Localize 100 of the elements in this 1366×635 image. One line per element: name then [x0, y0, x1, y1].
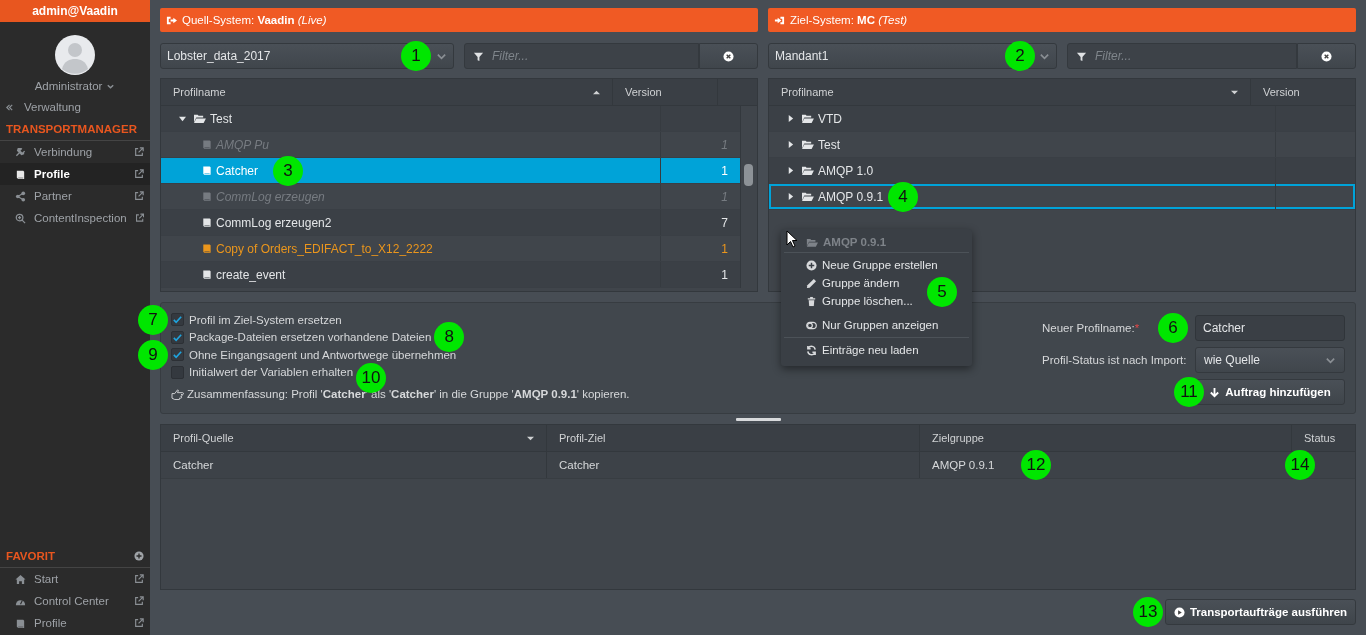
tree-row[interactable]: AMQP 1.0 — [769, 158, 1355, 184]
table-cell: Catcher — [559, 459, 600, 471]
tree-row[interactable]: CommLog erzeugen2 7 — [161, 210, 740, 236]
back-link[interactable]: Verwaltung — [0, 96, 81, 118]
book-icon — [15, 168, 26, 180]
caret-right-icon[interactable] — [787, 115, 794, 122]
annotation-marker: 7 — [138, 304, 168, 335]
status-select[interactable]: wie Quelle — [1195, 347, 1345, 373]
book-icon — [201, 165, 212, 176]
plus-icon — [806, 259, 817, 271]
checkmark-icon — [172, 349, 183, 361]
clear-button[interactable] — [699, 43, 758, 69]
column-header[interactable]: Version — [612, 79, 717, 105]
nav-item[interactable]: Profile — [0, 612, 150, 634]
user-menu[interactable]: Administrator — [34, 78, 116, 94]
version-cell: 1 — [721, 267, 728, 282]
tree-row[interactable]: Test — [769, 132, 1355, 158]
cursor-icon — [786, 230, 798, 248]
tree-row[interactable]: Test — [161, 106, 740, 132]
book-icon — [15, 617, 26, 629]
book-icon — [201, 191, 212, 202]
clear-icon — [1321, 50, 1332, 62]
caret-right-icon[interactable] — [787, 167, 794, 174]
splitter-handle[interactable] — [735, 417, 781, 421]
menu-item[interactable]: Neue Gruppe erstellen — [784, 256, 938, 274]
caret-right-icon[interactable] — [787, 141, 794, 148]
profile-name: AMQP 1.0 — [818, 163, 874, 178]
column-header[interactable]: Version — [1250, 79, 1355, 105]
external-link-icon — [134, 574, 144, 584]
checkbox[interactable] — [171, 348, 184, 362]
annotation-marker: 13 — [1133, 597, 1163, 627]
column-header[interactable]: Profil-Quelle — [161, 425, 546, 451]
book-icon — [201, 269, 212, 280]
sign-in-icon — [774, 14, 785, 26]
checkmark-icon — [172, 314, 183, 326]
folder-icon — [801, 191, 814, 202]
tree-row[interactable]: Catcher 3 1 — [161, 158, 740, 184]
add-icon[interactable] — [134, 551, 144, 561]
tree-row[interactable]: VTD — [769, 106, 1355, 132]
field-label: Profil-Status ist nach Import: — [1042, 354, 1187, 366]
nav-item[interactable]: Control Center — [0, 590, 150, 612]
trash-icon — [806, 295, 817, 307]
table-cell: Catcher — [173, 459, 214, 471]
nav-item[interactable]: ContentInspection — [0, 207, 150, 229]
toggle-icon — [806, 319, 817, 331]
checkbox[interactable] — [171, 365, 184, 379]
filter-field[interactable]: Filter... — [464, 43, 699, 69]
profile-name: Catcher — [216, 163, 259, 178]
nav-item[interactable]: Verbindung — [0, 141, 150, 163]
menu-item[interactable]: Nur Gruppen anzeigen — [784, 316, 939, 334]
nav-item[interactable]: Partner — [0, 185, 150, 207]
checkbox[interactable] — [171, 330, 184, 344]
checkbox[interactable] — [171, 313, 184, 327]
table-cell: AMQP 0.9.1 — [932, 459, 995, 471]
clear-button[interactable] — [1297, 43, 1356, 69]
select-field[interactable]: Mandant1 2 — [768, 43, 1057, 69]
scrollbar-thumb[interactable] — [744, 164, 753, 186]
hand-pointing-icon — [171, 388, 184, 400]
arrow-down-icon — [1209, 386, 1221, 398]
version-cell: 1 — [721, 241, 728, 256]
column-header[interactable]: Profilname — [161, 79, 612, 105]
menu-item[interactable]: Einträge neu laden — [784, 341, 919, 359]
annotation-marker: 4 — [888, 182, 918, 212]
book-icon — [201, 217, 212, 228]
select-field[interactable]: Lobster_data_2017 1 — [160, 43, 454, 69]
summary-text: Zusammenfassung: Profil 'Catcher' als 'Catcher' in die Gruppe 'AMQP 0.9.1' kopieren. — [187, 388, 630, 400]
column-header[interactable]: Profil-Ziel — [546, 425, 919, 451]
external-link-icon — [134, 596, 144, 606]
checkbox-label: Package-Dateien ersetzen vorhandene Dateien — [189, 331, 432, 344]
home-icon — [15, 573, 26, 585]
external-link-icon — [134, 169, 144, 179]
profile-name: CommLog erzeugen2 — [216, 215, 332, 230]
section-title: FAVORIT — [6, 549, 55, 564]
column-header[interactable]: Profilname — [769, 79, 1250, 105]
caret-down-icon[interactable] — [179, 115, 186, 122]
checkbox-label: Profil im Ziel-System ersetzen — [189, 313, 342, 326]
menu-item[interactable]: Gruppe ändern — [784, 274, 900, 292]
annotation-marker: 5 — [927, 277, 957, 307]
nav-item[interactable]: Start — [0, 568, 150, 590]
profile-name: Test — [210, 111, 232, 126]
menu-item[interactable]: Gruppe löschen... — [784, 292, 913, 310]
profile-name: VTD — [818, 111, 842, 126]
filter-icon — [473, 51, 484, 62]
external-link-icon — [134, 618, 144, 628]
tree-row[interactable]: AMQP 0.9.1 4 — [769, 184, 1355, 210]
play-icon — [1173, 606, 1185, 618]
tree-row[interactable]: create_event 1 — [161, 262, 740, 288]
annotation-marker: 8 — [434, 322, 465, 353]
annotation-marker: 11 — [1174, 377, 1204, 407]
profile-name-field[interactable]: Catcher — [1195, 315, 1345, 341]
system-label: Quell-System: Vaadin (Live) — [182, 14, 327, 26]
tree-row[interactable]: Copy of Orders_EDIFACT_to_X12_2222 1 — [161, 236, 740, 262]
external-link-icon — [134, 213, 144, 223]
profile-name: Copy of Orders_EDIFACT_to_X12_2222 — [216, 241, 433, 256]
caret-right-icon[interactable] — [787, 193, 794, 200]
filter-field[interactable]: Filter... — [1067, 43, 1297, 69]
execute-button[interactable]: Transportaufträge ausführen — [1165, 599, 1356, 625]
pencil-icon — [806, 277, 817, 289]
system-label: Ziel-System: MC (Test) — [790, 14, 908, 26]
nav-item[interactable]: Profile — [0, 163, 150, 185]
